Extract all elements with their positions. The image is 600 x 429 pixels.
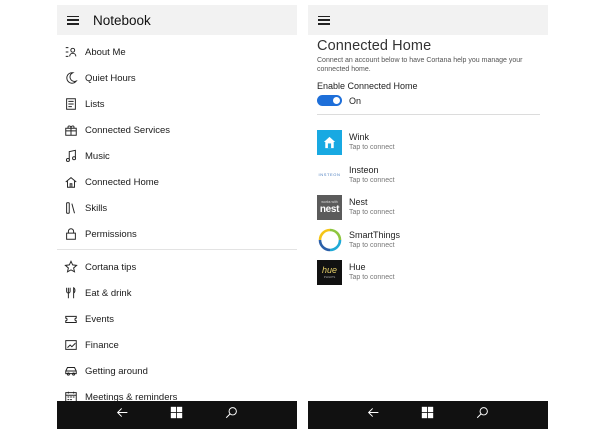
connected-home-screen: Connected Home Connect an account below …	[308, 5, 548, 429]
nest-logo: works with nest	[317, 194, 342, 220]
notebook-item-cortana-tips[interactable]: Cortana tips	[57, 256, 297, 278]
enable-connected-home-toggle[interactable]	[317, 95, 342, 106]
service-status: Tap to connect	[349, 144, 395, 151]
service-status: Tap to connect	[349, 176, 395, 184]
notebook-item-getting-around[interactable]: Getting around	[57, 360, 297, 382]
windows-icon[interactable]	[421, 406, 434, 424]
notebook-item-label: Connected Services	[85, 124, 171, 136]
notebook-item-label: Quiet Hours	[85, 72, 136, 84]
notebook-item-label: Eat & drink	[85, 287, 132, 299]
hamburger-menu-icon[interactable]	[318, 15, 330, 25]
notebook-item-connected-home[interactable]: Connected Home	[57, 171, 297, 193]
service-name: Wink	[349, 132, 369, 142]
notebook-item-label: Connected Home	[85, 176, 159, 188]
service-name: Nest	[349, 197, 368, 208]
system-nav-bar	[308, 401, 548, 429]
service-name: Hue	[349, 262, 366, 273]
search-icon[interactable]	[225, 406, 238, 424]
fork-knife-icon	[63, 285, 79, 301]
service-row-hue[interactable]: hue PHILIPS Hue Tap to connect	[317, 259, 548, 285]
lock-icon	[63, 226, 79, 242]
enable-connected-home-toggle-row: On	[317, 95, 548, 106]
service-row-wink[interactable]: Wink Tap to connect	[317, 129, 548, 155]
wink-logo	[317, 129, 342, 155]
connected-services-icon	[63, 122, 79, 138]
smartthings-logo	[317, 227, 342, 253]
insteon-logo: INSTEON	[317, 162, 342, 188]
notebook-item-label: Getting around	[85, 365, 148, 377]
service-row-nest[interactable]: works with nest Nest Tap to connect	[317, 194, 548, 220]
notebook-item-label: Permissions	[85, 228, 137, 240]
notebook-item-finance[interactable]: Finance	[57, 334, 297, 356]
page-description: Connect an account below to have Cortana…	[317, 57, 523, 73]
section-divider	[57, 249, 297, 250]
services-list: Wink Tap to connect INSTEON Insteon Tap …	[317, 129, 548, 285]
search-icon[interactable]	[476, 406, 489, 424]
service-name: Insteon	[349, 164, 379, 175]
chart-icon	[63, 337, 79, 353]
notebook-item-label: About Me	[85, 46, 126, 58]
section-divider	[317, 114, 540, 115]
notebook-item-events[interactable]: Events	[57, 308, 297, 330]
ticket-icon	[63, 311, 79, 327]
notebook-screen: Notebook About Me Quiet Hours Lists Conn…	[57, 5, 297, 429]
back-icon[interactable]	[116, 406, 129, 424]
toggle-title: Enable Connected Home	[317, 81, 418, 91]
moon-icon	[63, 70, 79, 86]
notebook-item-label: Lists	[85, 98, 105, 110]
about-me-icon	[63, 44, 79, 60]
hamburger-menu-icon[interactable]	[67, 15, 79, 25]
service-status: Tap to connect	[349, 241, 395, 249]
star-icon	[63, 259, 79, 275]
service-status: Tap to connect	[349, 209, 395, 217]
notebook-item-skills[interactable]: Skills	[57, 197, 297, 219]
service-row-smartthings[interactable]: SmartThings Tap to connect	[317, 227, 548, 253]
car-icon	[63, 363, 79, 379]
notebook-item-label: Music	[85, 150, 110, 162]
page-title: Connected Home	[317, 38, 432, 54]
system-nav-bar	[57, 401, 297, 429]
hue-logo: hue PHILIPS	[317, 259, 342, 285]
title-bar: Notebook	[57, 5, 297, 35]
toggle-knob	[333, 97, 340, 104]
title-bar	[308, 5, 548, 35]
notebook-item-quiet-hours[interactable]: Quiet Hours	[57, 67, 297, 89]
notebook-item-music[interactable]: Music	[57, 145, 297, 167]
service-name: SmartThings	[349, 229, 401, 240]
connected-home-content: Connected Home Connect an account below …	[308, 35, 548, 401]
notebook-list: About Me Quiet Hours Lists Connected Ser…	[57, 35, 297, 403]
notebook-item-connected-services[interactable]: Connected Services	[57, 119, 297, 141]
skills-icon	[63, 200, 79, 216]
service-status: Tap to connect	[349, 274, 395, 282]
notebook-item-permissions[interactable]: Permissions	[57, 223, 297, 245]
notebook-item-lists[interactable]: Lists	[57, 93, 297, 115]
home-icon	[63, 174, 79, 190]
toggle-state-label: On	[349, 95, 362, 106]
app-title: Notebook	[93, 12, 151, 28]
notebook-item-eat-drink[interactable]: Eat & drink	[57, 282, 297, 304]
back-icon[interactable]	[367, 406, 380, 424]
windows-icon[interactable]	[170, 406, 183, 424]
notebook-item-label: Skills	[85, 202, 108, 214]
notebook-item-about-me[interactable]: About Me	[57, 41, 297, 63]
music-icon	[63, 148, 79, 164]
notebook-item-label: Cortana tips	[85, 261, 137, 273]
list-icon	[63, 96, 79, 112]
notebook-item-label: Finance	[85, 339, 119, 351]
notebook-item-label: Events	[85, 313, 115, 325]
service-row-insteon[interactable]: INSTEON Insteon Tap to connect	[317, 162, 548, 188]
